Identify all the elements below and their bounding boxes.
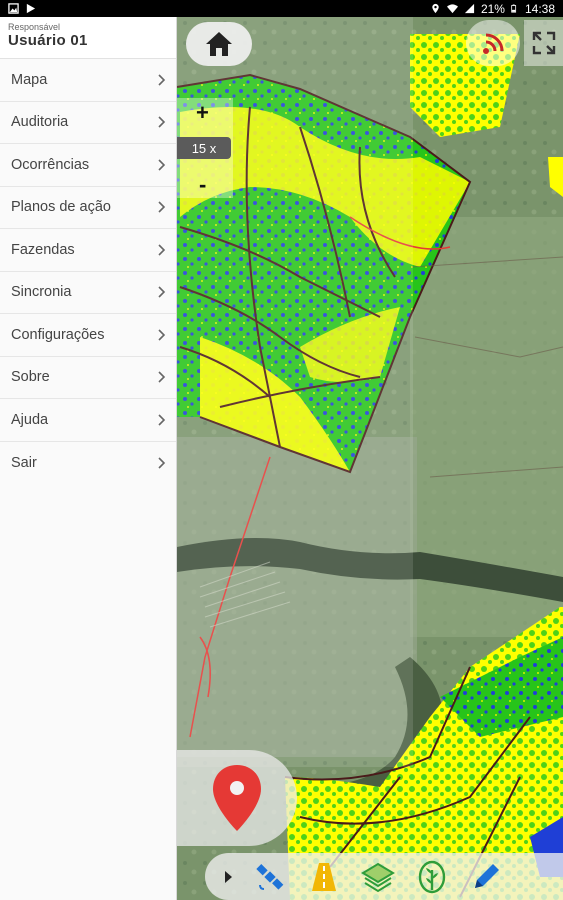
fullscreen-button[interactable]	[524, 20, 563, 66]
chevron-right-icon	[158, 457, 166, 469]
responsible-label: Responsável	[8, 22, 61, 32]
crop-button[interactable]	[415, 860, 449, 894]
zoom-level-indicator: 15 x	[177, 137, 231, 159]
navigation-drawer: Responsável Usuário 01 Mapa Auditoria Oc…	[0, 17, 177, 900]
play-store-icon	[26, 3, 36, 14]
cell-signal-icon	[464, 3, 475, 14]
zoom-out-button[interactable]: -	[199, 172, 206, 198]
layers-icon	[361, 862, 395, 892]
satellite-icon	[256, 863, 284, 890]
home-icon	[206, 32, 232, 56]
chevron-right-icon	[158, 286, 166, 298]
expand-icon	[532, 31, 555, 55]
toolbar-collapse-icon[interactable]	[223, 870, 233, 884]
menu-item-sobre[interactable]: Sobre	[0, 357, 176, 399]
wifi-status-icon	[446, 4, 458, 14]
menu-item-ajuda[interactable]: Ajuda	[0, 399, 176, 442]
menu-item-label: Configurações	[11, 326, 105, 343]
chevron-right-icon	[158, 116, 166, 128]
road-icon	[312, 862, 336, 891]
menu-item-label: Auditoria	[11, 114, 69, 131]
signal-button[interactable]	[466, 20, 520, 66]
menu-item-label: Sincronia	[11, 284, 72, 301]
crop-icon	[418, 860, 446, 893]
drawer-header: Responsável Usuário 01	[0, 17, 176, 59]
location-pin-icon	[213, 765, 261, 831]
location-button[interactable]	[177, 750, 297, 846]
menu-item-planos-de-acao[interactable]: Planos de ação	[0, 187, 176, 229]
pencil-icon	[475, 863, 499, 888]
menu-item-label: Ajuda	[11, 411, 49, 428]
chevron-right-icon	[158, 201, 166, 213]
menu-item-sincronia[interactable]: Sincronia	[0, 272, 176, 314]
chevron-right-icon	[158, 74, 166, 86]
menu-item-label: Planos de ação	[11, 199, 111, 216]
clock: 14:38	[524, 1, 555, 16]
satellite-button[interactable]	[253, 860, 287, 894]
layers-button[interactable]	[361, 860, 395, 894]
signal-icon	[483, 33, 504, 54]
road-button[interactable]	[307, 860, 341, 894]
menu-item-auditoria[interactable]: Auditoria	[0, 102, 176, 144]
chevron-right-icon	[158, 159, 166, 171]
home-button[interactable]	[186, 22, 252, 66]
menu-item-configuracoes[interactable]: Configurações	[0, 314, 176, 357]
chevron-right-icon	[158, 329, 166, 341]
battery-icon	[511, 4, 517, 13]
menu-item-label: Sair	[11, 454, 37, 471]
chevron-right-icon	[158, 371, 166, 383]
zoom-in-button[interactable]: +	[196, 100, 209, 126]
menu-item-label: Fazendas	[11, 241, 75, 258]
image-notification-icon	[8, 3, 19, 14]
location-status-icon	[432, 3, 439, 14]
chevron-right-icon	[158, 414, 166, 426]
menu-item-label: Mapa	[11, 71, 48, 88]
battery-percent: 21%	[480, 1, 505, 16]
drawer-menu: Mapa Auditoria Ocorrências Planos de açã…	[0, 59, 176, 484]
edit-button[interactable]	[469, 860, 503, 894]
menu-item-label: Ocorrências	[11, 156, 90, 173]
user-name: Usuário 01	[8, 32, 88, 49]
status-bar: 21% 14:38	[0, 0, 563, 17]
menu-item-label: Sobre	[11, 369, 50, 386]
menu-item-fazendas[interactable]: Fazendas	[0, 229, 176, 272]
menu-item-ocorrencias[interactable]: Ocorrências	[0, 144, 176, 187]
chevron-right-icon	[158, 244, 166, 256]
menu-item-mapa[interactable]: Mapa	[0, 59, 176, 102]
menu-item-sair[interactable]: Sair	[0, 442, 176, 485]
map-toolbar	[205, 853, 563, 900]
